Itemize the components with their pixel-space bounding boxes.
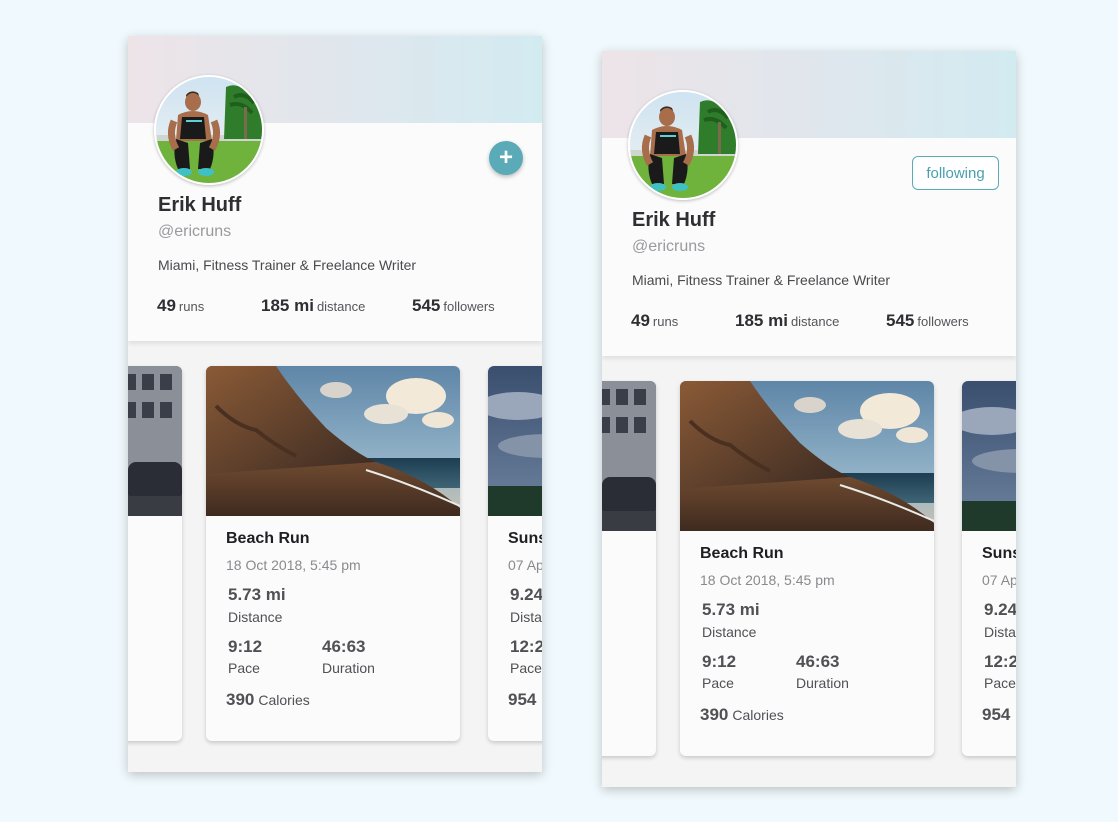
calories: 954 — [508, 690, 537, 709]
stat-followers[interactable]: 545 followers — [412, 296, 495, 316]
profile-screen-add: + Erik Huff @ericruns Miami, Fitness Tra… — [128, 36, 542, 772]
run-date: 07 Ap — [508, 557, 542, 573]
calories: 954 — [982, 705, 1011, 724]
stat-runs: 49 runs — [631, 311, 679, 330]
plus-icon: + — [498, 143, 513, 171]
run-photo-sunset — [488, 366, 542, 516]
run-card[interactable] — [602, 381, 656, 756]
pace-label: Pace — [228, 660, 260, 676]
pace-label: Pace — [984, 675, 1016, 691]
duration-value: 46:63 — [796, 652, 840, 671]
stat-distance: 185 mi distance — [735, 311, 840, 330]
run-date: 18 Oct 2018, 5:45 pm — [226, 557, 361, 573]
distance-value: 5.73 mi — [228, 585, 286, 604]
profile-handle: @ericruns — [158, 223, 232, 240]
run-card[interactable]: Suns 07 Ap 9.24 Dista 12:2 Pace 954 — [488, 366, 542, 741]
pace-value: 9:12 — [702, 652, 737, 671]
add-follow-button[interactable]: + — [489, 141, 523, 175]
run-photo-city — [602, 381, 656, 531]
run-card-body: Suns 07 Ap 9.24 Dista 12:2 Pace 954 — [962, 531, 1016, 756]
run-card[interactable]: Suns 07 Ap 9.24 Dista 12:2 Pace 954 — [962, 381, 1016, 756]
following-button[interactable]: following — [912, 156, 999, 190]
run-date: 07 Ap — [982, 572, 1016, 588]
avatar[interactable] — [154, 75, 264, 185]
profile-header: following Erik Huff @ericruns Miami, Fit… — [602, 51, 1016, 356]
profile-handle: @ericruns — [632, 238, 706, 255]
run-card-body: Beach Run 18 Oct 2018, 5:45 pm 5.73 mi D… — [206, 516, 460, 741]
profile-bio: Miami, Fitness Trainer & Freelance Write… — [632, 272, 891, 288]
calories: 390 Calories — [226, 690, 310, 709]
pace-label: Pace — [702, 675, 734, 691]
pace-value: 12:2 — [510, 637, 542, 656]
run-photo-city — [128, 366, 182, 516]
run-title: Beach Run — [700, 545, 784, 562]
run-card[interactable]: Beach Run 18 Oct 2018, 5:45 pm 5.73 mi D… — [206, 366, 460, 741]
duration-value: 46:63 — [322, 637, 366, 656]
profile-header: + Erik Huff @ericruns Miami, Fitness Tra… — [128, 36, 542, 341]
run-title: Beach Run — [226, 530, 310, 547]
duration-label: Duration — [796, 675, 849, 691]
run-title: Suns — [982, 545, 1016, 562]
calories: 390 Calories — [700, 705, 784, 724]
distance-value: 9.24 — [510, 585, 542, 604]
stat-runs: 49 runs — [157, 296, 205, 315]
run-photo-sunset — [962, 381, 1016, 531]
distance-label: Dista — [984, 624, 1016, 640]
run-photo-beach — [680, 381, 934, 531]
pace-label: Pace — [510, 660, 542, 676]
profile-name: Erik Huff — [158, 194, 242, 216]
distance-value: 5.73 mi — [702, 600, 760, 619]
run-title: Suns — [508, 530, 542, 547]
duration-label: Duration — [322, 660, 375, 676]
profile-screen-following: following Erik Huff @ericruns Miami, Fit… — [602, 51, 1016, 787]
distance-label: Distance — [228, 609, 283, 625]
profile-bio: Miami, Fitness Trainer & Freelance Write… — [158, 257, 417, 273]
run-card-body: Suns 07 Ap 9.24 Dista 12:2 Pace 954 — [488, 516, 542, 741]
distance-label: Distance — [702, 624, 757, 640]
profile-name: Erik Huff — [632, 209, 716, 231]
run-card[interactable]: Beach Run 18 Oct 2018, 5:45 pm 5.73 mi D… — [680, 381, 934, 756]
stat-followers[interactable]: 545 followers — [886, 311, 969, 331]
pace-value: 12:2 — [984, 652, 1016, 671]
distance-label: Dista — [510, 609, 542, 625]
pace-value: 9:12 — [228, 637, 263, 656]
avatar[interactable] — [628, 90, 738, 200]
run-date: 18 Oct 2018, 5:45 pm — [700, 572, 835, 588]
run-photo-beach — [206, 366, 460, 516]
run-card-body: Beach Run 18 Oct 2018, 5:45 pm 5.73 mi D… — [680, 531, 934, 756]
distance-value: 9.24 — [984, 600, 1016, 619]
run-card[interactable] — [128, 366, 182, 741]
stat-distance: 185 mi distance — [261, 296, 366, 315]
